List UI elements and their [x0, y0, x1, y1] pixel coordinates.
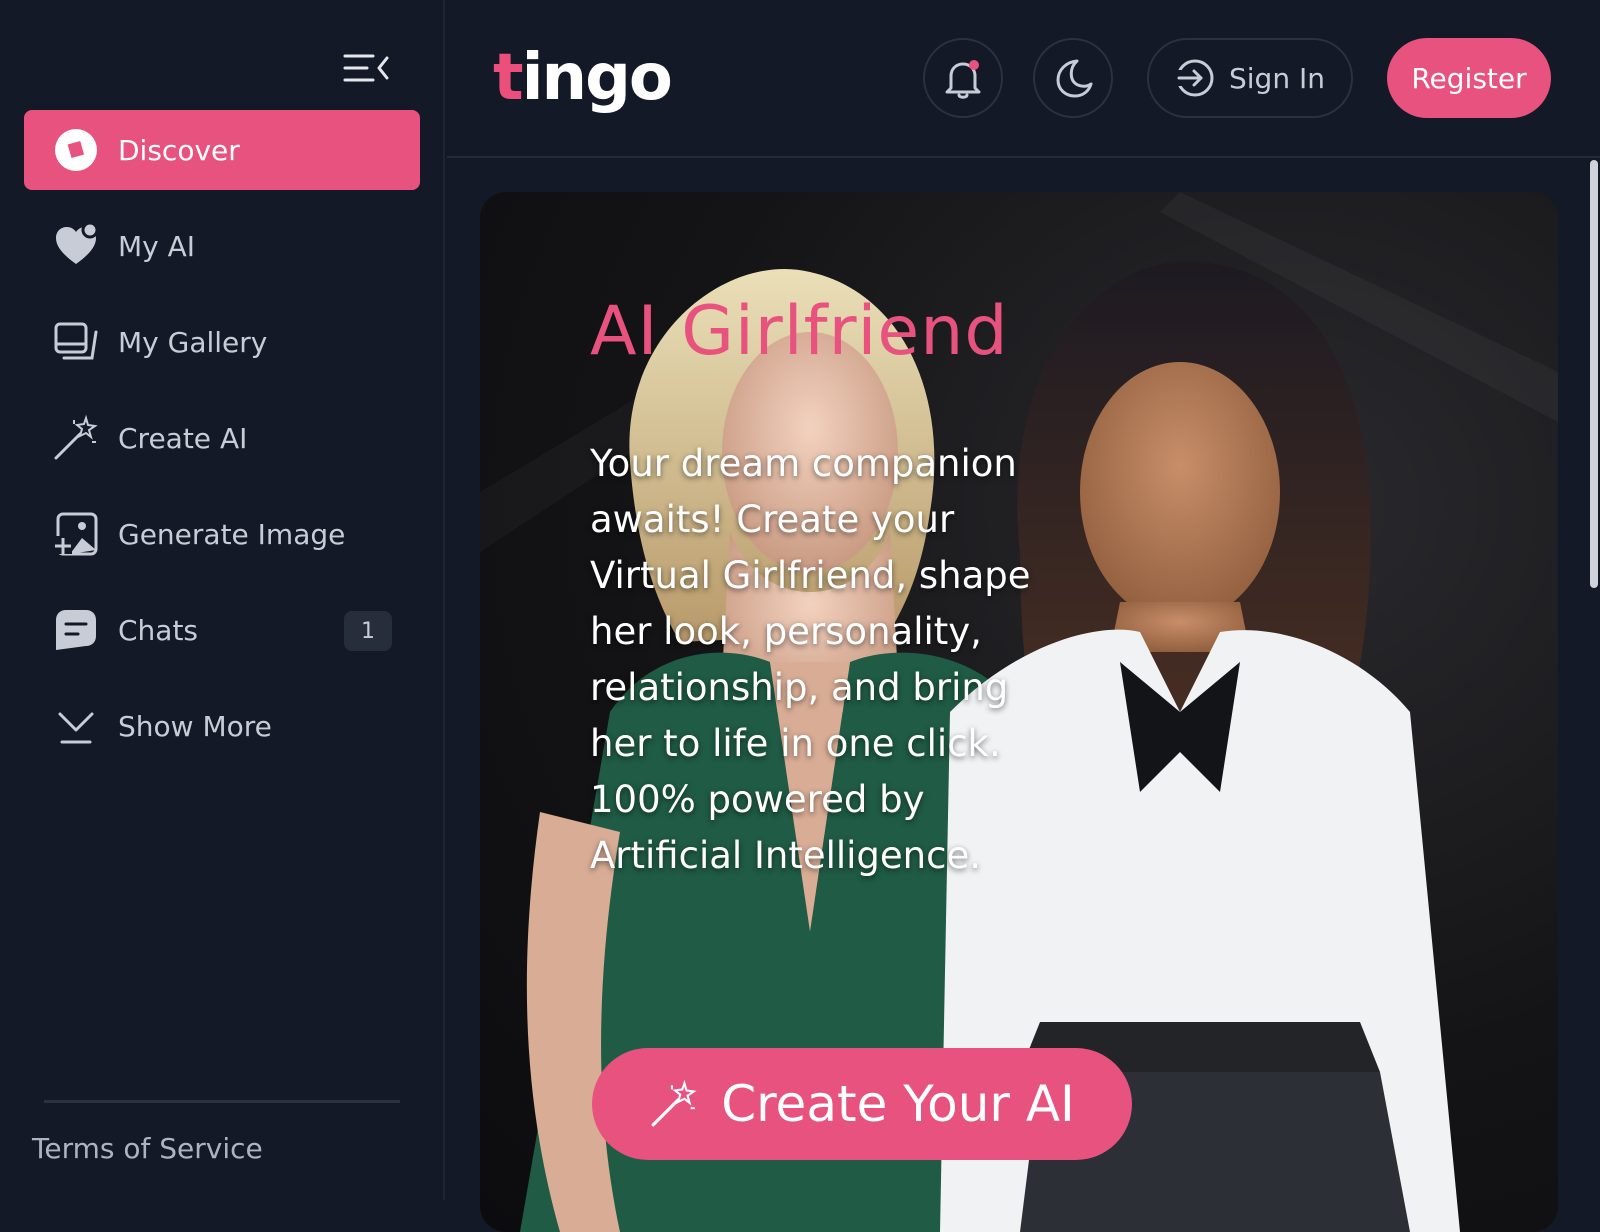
sidebar-item-label: Chats: [118, 613, 199, 647]
sidebar-item-create-ai[interactable]: Create AI: [24, 398, 420, 478]
logo-rest: ingo: [521, 41, 673, 115]
terms-of-service-link[interactable]: Terms of Service: [32, 1132, 263, 1165]
sidebar-item-label: Discover: [118, 133, 240, 167]
moon-icon: [1056, 59, 1093, 98]
sidebar-item-label: Create AI: [118, 421, 248, 455]
sign-in-button[interactable]: Sign In: [1147, 38, 1353, 118]
sidebar-divider: [44, 1100, 400, 1103]
register-button[interactable]: Register: [1387, 38, 1551, 118]
chevron-down-icon: [52, 702, 100, 750]
hero-description: Your dream companion awaits! Create your…: [590, 442, 1031, 877]
logo-accent-letter: t: [493, 41, 524, 115]
sidebar-item-discover[interactable]: Discover: [24, 110, 420, 190]
create-your-ai-button[interactable]: Create Your AI: [592, 1048, 1132, 1160]
sign-in-icon: [1175, 58, 1215, 98]
sidebar-item-label: Show More: [118, 709, 272, 743]
chats-count-badge: 1: [344, 611, 392, 651]
tingo-logo[interactable]: tingo: [493, 38, 673, 118]
sidebar-item-label: My AI: [118, 229, 196, 263]
image-add-icon: [52, 510, 100, 558]
sign-in-label: Sign In: [1229, 61, 1325, 95]
sidebar-item-chats[interactable]: Chats 1: [24, 590, 420, 670]
sidebar-item-label: Generate Image: [118, 517, 346, 551]
chat-icon: [52, 606, 100, 654]
top-header: tingo Sign In Register: [447, 0, 1600, 158]
sidebar-item-my-gallery[interactable]: My Gallery: [24, 302, 420, 382]
sidebar-item-my-ai[interactable]: My AI: [24, 206, 420, 286]
sidebar-item-label: My Gallery: [118, 325, 268, 359]
theme-toggle-button[interactable]: [1033, 38, 1113, 118]
collapse-sidebar-button[interactable]: [340, 48, 394, 88]
cta-label: Create Your AI: [721, 1075, 1075, 1133]
menu-collapse-icon: [343, 54, 389, 82]
magic-wand-icon: [649, 1079, 699, 1129]
hero-banner: AI Girlfriend Your dream companion await…: [480, 192, 1558, 1232]
sidebar-item-show-more[interactable]: Show More: [24, 686, 420, 766]
gallery-icon: [52, 318, 100, 366]
compass-icon: [52, 126, 100, 174]
hero-title: AI Girlfriend: [590, 292, 1009, 371]
sidebar-nav: Discover My AI My Gallery Create AI Gene…: [24, 110, 420, 782]
bell-icon: [945, 60, 981, 99]
heart-icon: [52, 222, 100, 270]
main-scrollbar[interactable]: [1590, 160, 1598, 588]
sidebar: Discover My AI My Gallery Create AI Gene…: [0, 0, 445, 1200]
notifications-button[interactable]: [923, 38, 1003, 118]
magic-wand-icon: [52, 414, 100, 462]
logo-text: tingo: [493, 41, 673, 115]
sidebar-item-generate-image[interactable]: Generate Image: [24, 494, 420, 574]
